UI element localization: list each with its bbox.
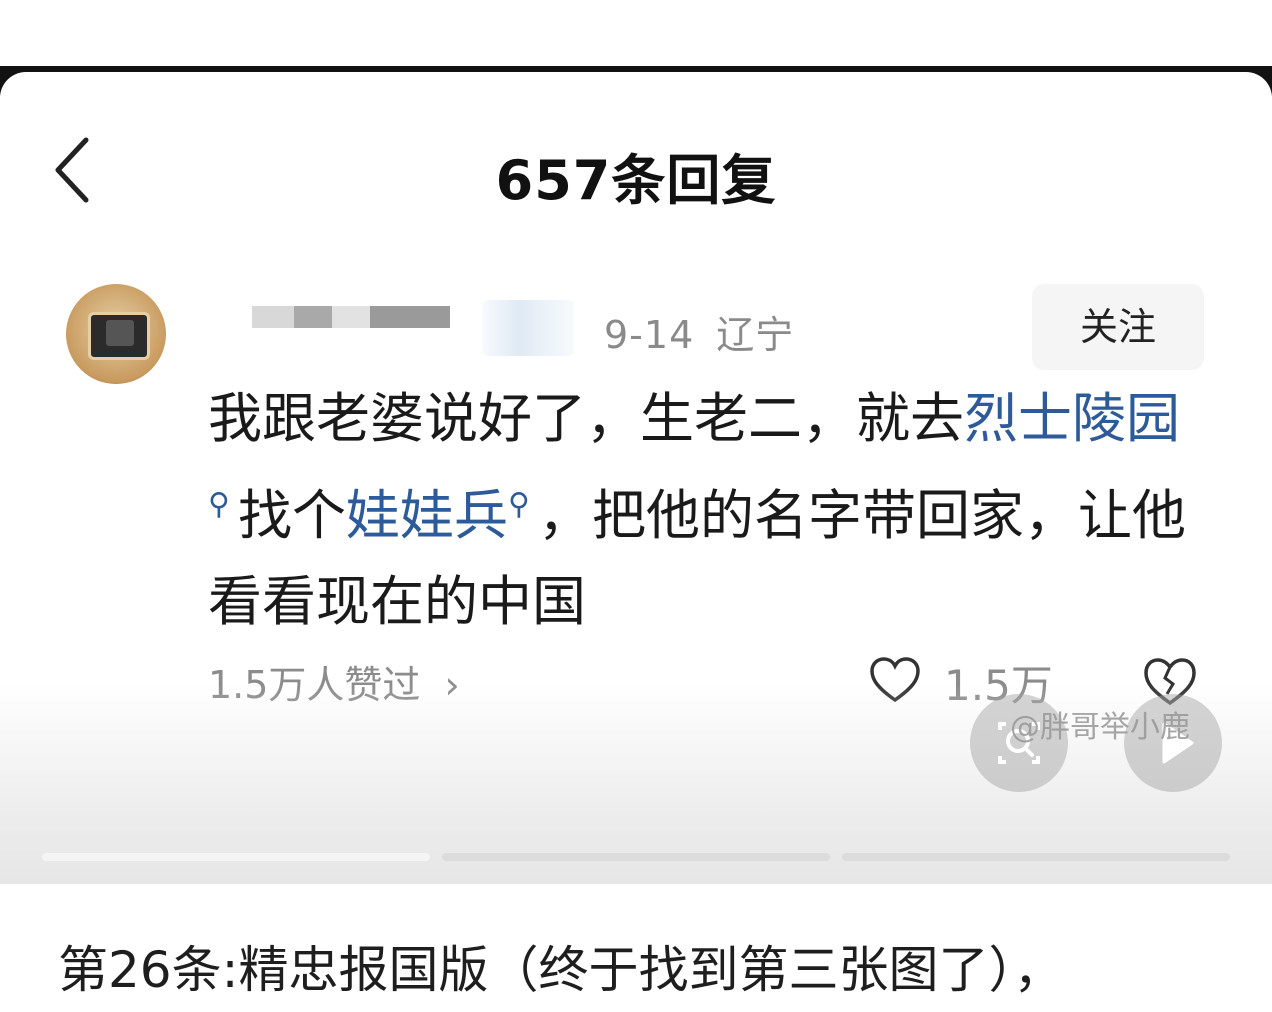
chevron-right-icon: › (444, 663, 460, 707)
comment-date: 9-14 (604, 313, 695, 357)
topic-link-cemetery[interactable]: 烈士陵园 (964, 387, 1180, 450)
reply-panel: 657条回复 9-14 辽宁 关注 我跟老婆说好了，生老二，就去烈士陵园⚲ 找个娃娃… (0, 72, 1272, 884)
slide-indicator-active (42, 853, 430, 861)
comment-meta: 9-14 辽宁 (604, 304, 794, 359)
follow-button[interactable]: 关注 (1032, 284, 1204, 370)
slide-indicator (842, 853, 1230, 861)
username-redacted[interactable] (252, 306, 452, 328)
like-heart-icon[interactable] (868, 656, 922, 704)
search-icon[interactable]: ⚲ (508, 487, 530, 522)
page-title: 657条回复 (495, 149, 777, 212)
post-caption: 第26条:精忠报国版（终于找到第三张图了）， (58, 941, 1064, 999)
user-badge-redacted (482, 300, 574, 356)
search-icon[interactable]: ⚲ (208, 487, 230, 522)
avatar[interactable] (66, 284, 166, 384)
watermark: @胖哥举小鹿 (1010, 710, 1190, 745)
topic-link-soldier[interactable]: 娃娃兵 (346, 484, 508, 547)
comment-text: 我跟老婆说好了，生老二，就去烈士陵园⚲ 找个娃娃兵⚲ ，把他的名字带回家，让他看看现… (208, 387, 1186, 633)
likers-link[interactable]: 1.5万人赞过 › (208, 654, 460, 709)
top-strip (0, 0, 1272, 70)
comment-location: 辽宁 (716, 313, 795, 357)
slide-indicator (442, 853, 830, 861)
